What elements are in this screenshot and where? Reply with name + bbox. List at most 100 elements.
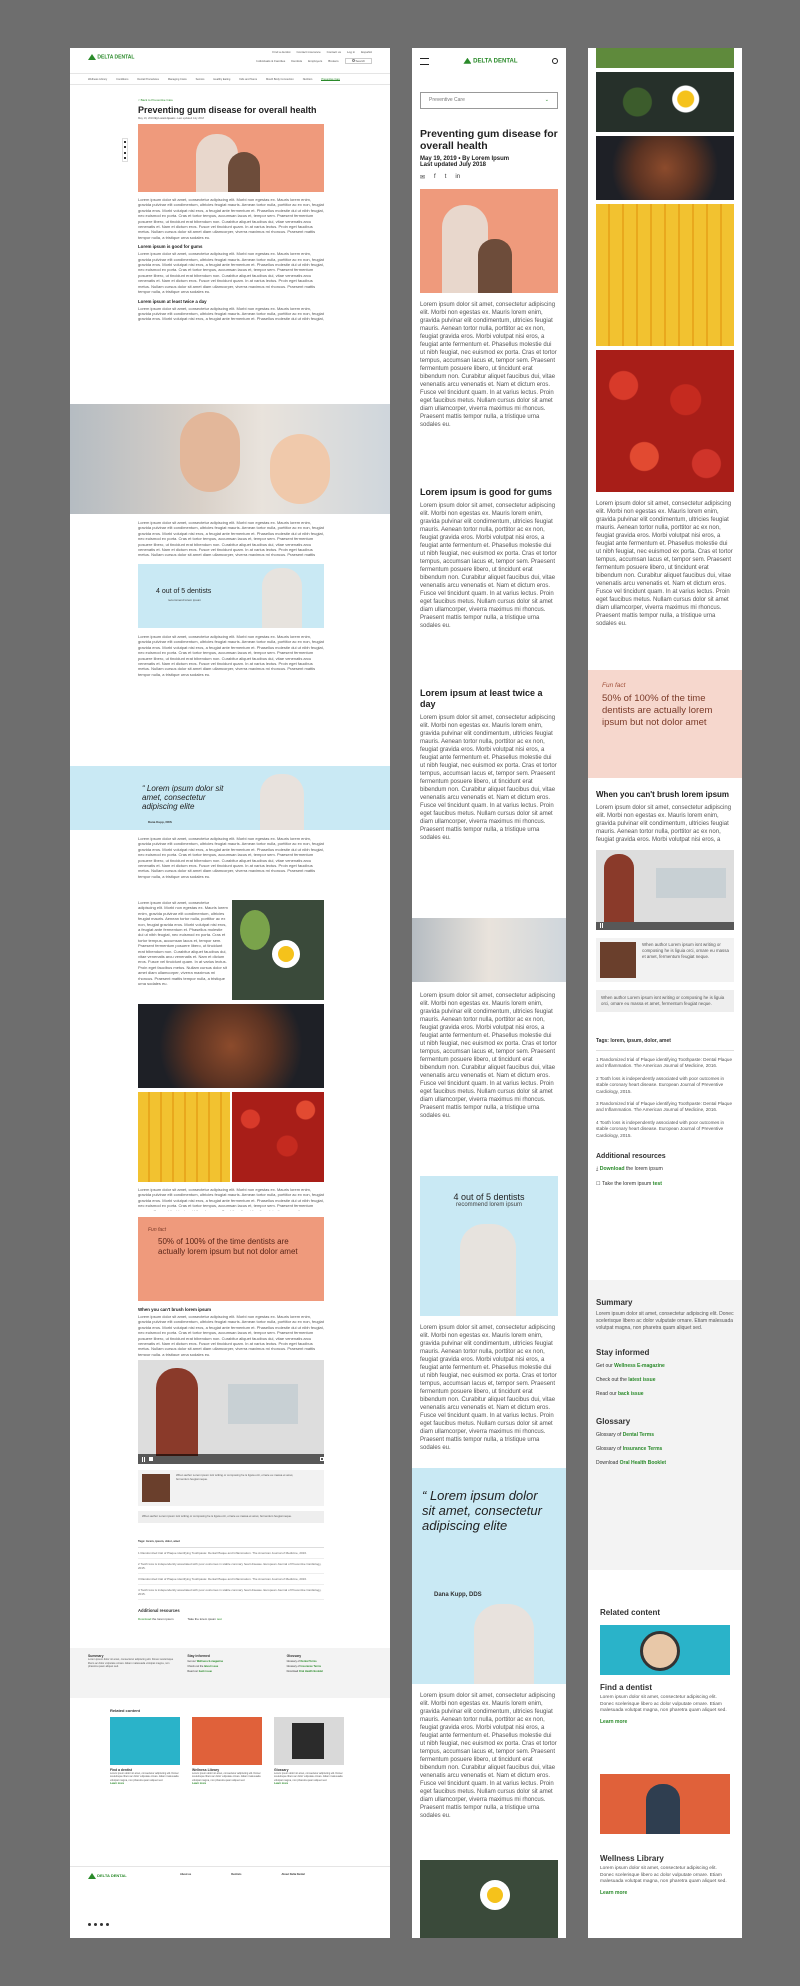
mobile-learn-more-link-2[interactable]: Learn more xyxy=(600,1890,730,1896)
mobile-quote-portrait xyxy=(474,1604,534,1684)
video-player[interactable] xyxy=(138,1360,324,1464)
nav-nutrition[interactable]: Nutrition xyxy=(303,78,313,81)
mobile-quote-text: Lorem ipsum dolor sit amet, consectetur … xyxy=(422,1488,542,1533)
mobile-glossary-title: Glossary xyxy=(596,1417,631,1426)
subnav-individuals[interactable]: Individuals & Families xyxy=(256,59,285,63)
nav-kids-teens[interactable]: Kids and Teens xyxy=(239,78,257,81)
article-column-3: Lorem ipsum dolor sit amet, consectetur … xyxy=(138,836,324,1621)
fullscreen-icon[interactable] xyxy=(320,1457,324,1461)
mobile-video-player[interactable] xyxy=(596,850,734,930)
learn-more-link[interactable]: Learn more xyxy=(274,1782,344,1785)
linkedin-icon[interactable]: in xyxy=(455,174,460,181)
nav-wellness-library[interactable]: Wellness Library xyxy=(88,78,107,81)
related-cards: Find a dentist Lorem ipsum dolor sit ame… xyxy=(110,1717,350,1785)
learn-more-link[interactable]: Learn more xyxy=(110,1782,180,1785)
mobile-paragraph-7: Lorem ipsum dolor sit amet, consectetur … xyxy=(596,501,733,627)
m-gl-2a: Glossary of xyxy=(596,1446,623,1452)
mobile-related-image-wellness[interactable] xyxy=(600,1774,730,1834)
m-stay-link-3[interactable]: Read our back issue xyxy=(596,1387,734,1401)
learn-more-link[interactable]: Learn more xyxy=(192,1782,262,1785)
related-card-glossary[interactable]: Glossary Lorem ipsum dolor sit amet, con… xyxy=(274,1717,344,1785)
linkedin-icon[interactable] xyxy=(100,1923,103,1926)
pause-icon[interactable] xyxy=(600,923,603,928)
search-input[interactable]: Search xyxy=(344,58,372,64)
m-gl-link-3[interactable]: Download Oral Health Booklet xyxy=(596,1456,734,1470)
m-gl-1b: Dental Terms xyxy=(622,1432,654,1438)
mobile-summary-title: Summary xyxy=(596,1298,633,1307)
gl-3a: Download xyxy=(286,1670,299,1673)
author-note: When author Lorem ipsum isnt writing or … xyxy=(138,1511,324,1523)
topnav-espanol[interactable]: Español xyxy=(361,50,372,54)
facebook-icon[interactable]: f xyxy=(434,174,436,181)
fun-fact-label: Fun fact xyxy=(148,1227,167,1233)
pause-icon[interactable] xyxy=(142,1456,145,1462)
related-card-text: Lorem ipsum dolor sit amet, consectetur … xyxy=(110,1772,179,1782)
twitter-icon[interactable]: t xyxy=(445,174,447,181)
twitter-icon[interactable] xyxy=(94,1923,97,1926)
m-stay-link-2[interactable]: Check out the latest issue xyxy=(596,1373,734,1387)
topnav-find-dentist[interactable]: Find a dentist xyxy=(272,50,290,54)
email-share-icon[interactable] xyxy=(124,140,126,143)
nav-dental-procedures[interactable]: Dental Procedures xyxy=(137,78,158,81)
chevron-down-icon: ⌄ xyxy=(544,97,549,103)
nav-managing-costs[interactable]: Managing Costs xyxy=(168,78,187,81)
mobile-stat-headline: 4 out of 5 dentists xyxy=(453,1192,525,1202)
person-figure xyxy=(646,1784,680,1834)
m-gl-link-1[interactable]: Glossary of Dental Terms xyxy=(596,1428,734,1442)
gl-2a: Glossary of xyxy=(286,1665,301,1668)
nav-preventive-care[interactable]: Preventive Care xyxy=(321,78,340,81)
category-select[interactable]: Preventive Care ⌄ xyxy=(420,92,558,109)
mobile-paragraph-2: Lorem ipsum dolor sit amet, consectetur … xyxy=(420,503,557,629)
nav-conditions[interactable]: Conditions xyxy=(116,78,128,81)
mobile-test-link[interactable]: ☐ Take the lorem ipsum test xyxy=(596,1181,734,1187)
topnav-login[interactable]: Log in xyxy=(347,50,355,54)
facebook-icon[interactable] xyxy=(88,1923,91,1926)
mobile-related-image-dentist[interactable] xyxy=(600,1625,730,1675)
test-resource-link[interactable]: Take the lorem ipsum test xyxy=(188,1617,222,1621)
search-icon[interactable] xyxy=(551,58,558,64)
subnav-brokers[interactable]: Brokers xyxy=(328,59,338,63)
mobile-updated: Last updated July 2018 xyxy=(420,162,487,168)
email-icon[interactable]: ✉ xyxy=(420,174,425,181)
breadcrumb[interactable]: < Back to Preventive Care xyxy=(138,98,324,102)
mobile-logo[interactable]: DELTA DENTAL xyxy=(463,57,518,64)
egg-shape xyxy=(480,1880,510,1910)
glossary-link-3[interactable]: Download Oral Health Booklet xyxy=(287,1669,372,1674)
topnav-contact-us[interactable]: Contact us xyxy=(327,50,341,54)
top-utility-nav: Find a dentist Contact insurance Contact… xyxy=(272,50,372,54)
download-resource-link[interactable]: Download the lorem ipsum xyxy=(138,1617,174,1621)
related-card-find-dentist[interactable]: Find a dentist Lorem ipsum dolor sit ame… xyxy=(110,1717,180,1785)
mobile-author-bio: When author Lorem ipsum isnt writing or … xyxy=(596,938,734,982)
subnav-employers[interactable]: Employers xyxy=(308,59,322,63)
article-column: < Back to Preventive Care Preventing gum… xyxy=(138,98,324,322)
facebook-share-icon[interactable] xyxy=(124,146,126,149)
dad-face xyxy=(180,412,240,492)
stay-link-3[interactable]: Read our back issue xyxy=(187,1669,272,1674)
hamburger-icon[interactable] xyxy=(420,57,429,65)
related-card-wellness[interactable]: Wellness Library Lorem ipsum dolor sit a… xyxy=(192,1717,262,1785)
m-stay-link-1[interactable]: Get our Wellness E-magazine xyxy=(596,1359,734,1373)
nav-healthy-eating[interactable]: Healthy Eating xyxy=(213,78,230,81)
author-bio: When author Lorem ipsum isnt writing or … xyxy=(138,1470,324,1506)
tags-line: Tags: lorem, ipsum, dolor, amet xyxy=(138,1538,180,1543)
mobile-related-title: Related content xyxy=(600,1608,661,1617)
produce-row xyxy=(138,1092,324,1182)
linkedin-share-icon[interactable] xyxy=(124,157,126,160)
category-select-value: Preventive Care xyxy=(429,97,465,103)
mobile-learn-more-link[interactable]: Learn more xyxy=(600,1719,730,1725)
volume-icon[interactable] xyxy=(149,1457,153,1461)
youtube-icon[interactable] xyxy=(106,1923,109,1926)
topnav-contact-insurance[interactable]: Contact insurance xyxy=(296,50,320,54)
subnav-dentists[interactable]: Dentists xyxy=(291,59,302,63)
child-face xyxy=(270,434,330,504)
brand-logo[interactable]: DELTA DENTAL xyxy=(88,54,134,60)
m-gl-link-2[interactable]: Glossary of Insurance Terms xyxy=(596,1442,734,1456)
mobile-header: DELTA DENTAL xyxy=(412,48,566,74)
twitter-share-icon[interactable] xyxy=(124,151,126,154)
footer-col-about: About us xyxy=(180,1873,192,1876)
nav-seniors[interactable]: Seniors xyxy=(196,78,205,81)
nav-mouth-body[interactable]: Mouth Body Connection xyxy=(266,78,294,81)
related-image-glossary xyxy=(274,1717,344,1765)
reference-1: 1 Randomized trial of Plaque identifying… xyxy=(138,1548,324,1559)
mobile-download-link[interactable]: ⤓ Download the lorem ipsum xyxy=(596,1166,734,1173)
